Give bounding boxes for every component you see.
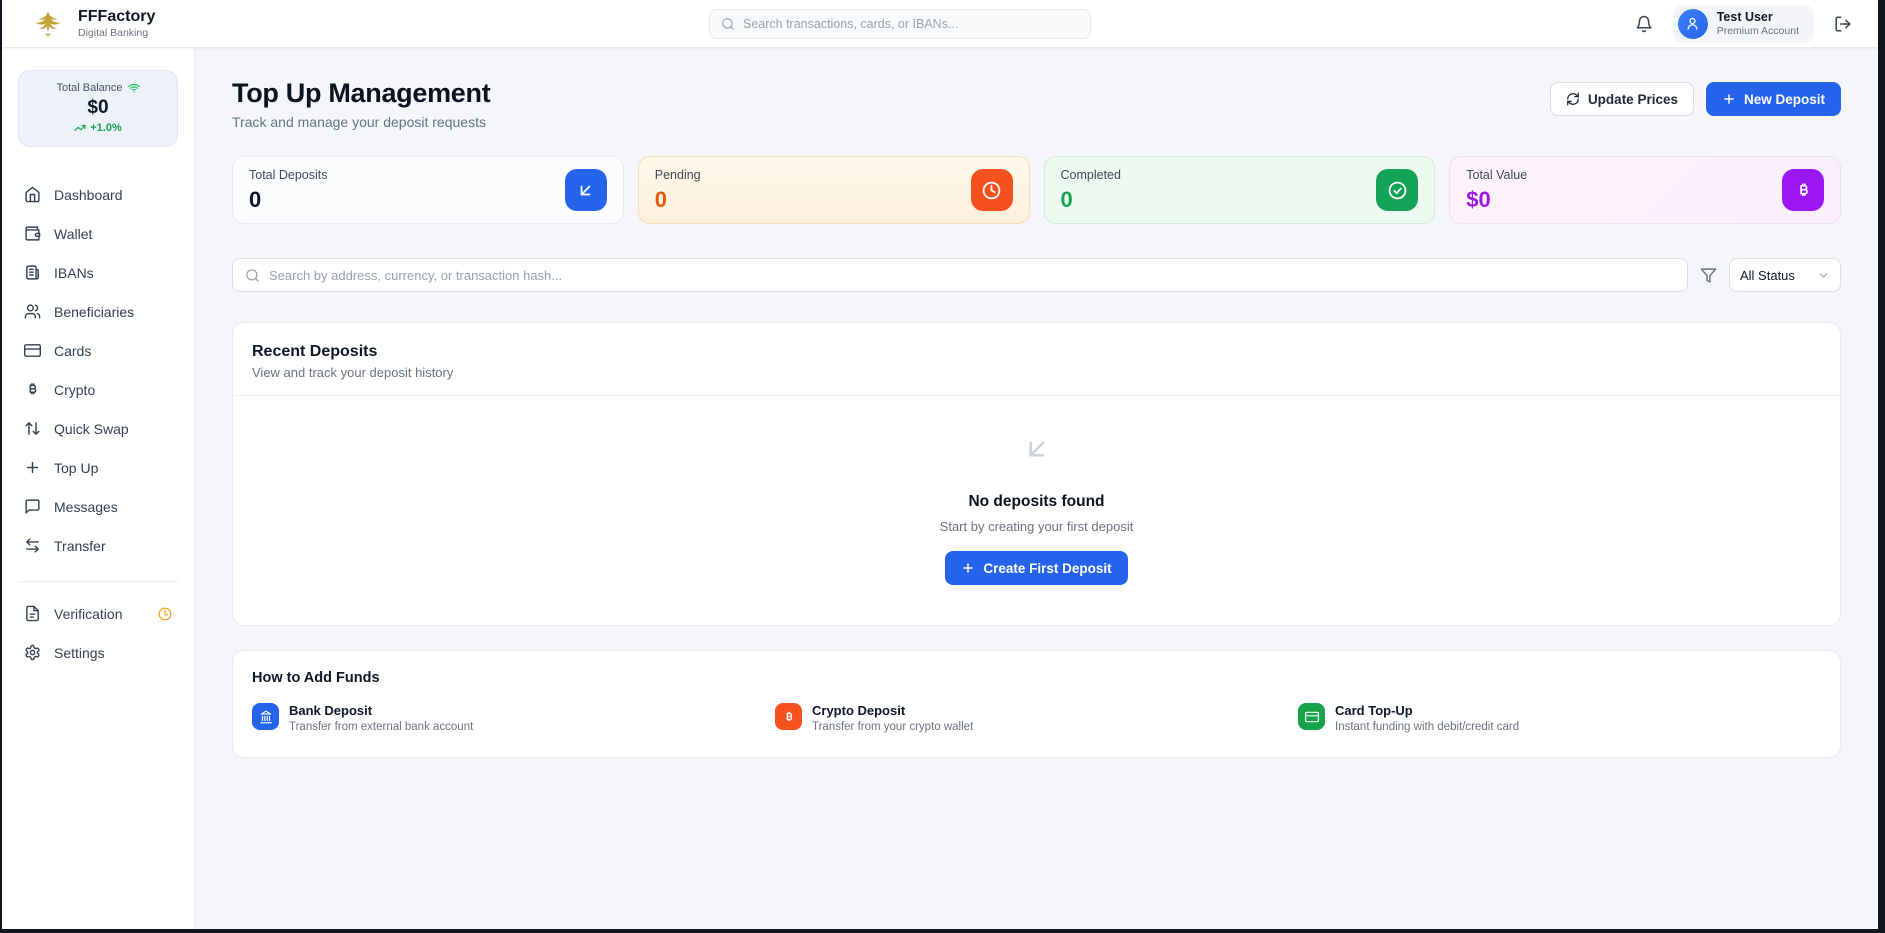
top-header: FFFactory Digital Banking Test User Prem… <box>2 0 1878 48</box>
sidebar-item-quick-swap[interactable]: Quick Swap <box>18 409 178 448</box>
sidebar-item-top-up[interactable]: Top Up <box>18 448 178 487</box>
stat-card-pending: Pending 0 <box>638 156 1030 224</box>
gear-icon <box>24 644 41 661</box>
logout-button[interactable] <box>1834 15 1852 33</box>
arrow-down-left-icon <box>565 169 607 211</box>
deposit-search-input[interactable] <box>269 268 1675 283</box>
page-title: Top Up Management <box>232 78 490 109</box>
trending-up-icon <box>74 122 86 134</box>
sidebar-divider <box>18 581 178 582</box>
user-avatar <box>1678 9 1708 39</box>
update-prices-button[interactable]: Update Prices <box>1550 82 1694 116</box>
plus-icon <box>24 459 41 476</box>
recent-deposits-panel: Recent Deposits View and track your depo… <box>232 322 1841 626</box>
sidebar-item-transfer[interactable]: Transfer <box>18 526 178 565</box>
file-text-icon <box>24 605 41 622</box>
app-window: FFFactory Digital Banking Test User Prem… <box>2 0 1878 929</box>
plus-icon <box>961 561 975 575</box>
stat-card-completed: Completed 0 <box>1044 156 1436 224</box>
plus-icon <box>1722 92 1736 106</box>
empty-subtitle: Start by creating your first deposit <box>940 519 1134 534</box>
deposit-search[interactable] <box>232 258 1688 292</box>
wallet-icon <box>24 225 41 242</box>
chevron-down-icon <box>1817 269 1830 282</box>
main-content: Top Up Management Track and manage your … <box>195 48 1878 929</box>
new-deposit-button[interactable]: New Deposit <box>1706 82 1841 116</box>
method-bank-deposit[interactable]: Bank Deposit Transfer from external bank… <box>252 703 775 733</box>
sidebar-item-dashboard[interactable]: Dashboard <box>18 175 178 214</box>
method-card-top-up[interactable]: Card Top-Up Instant funding with debit/c… <box>1298 703 1821 733</box>
sidebar-item-cards[interactable]: Cards <box>18 331 178 370</box>
filter-row: All Status <box>232 258 1841 292</box>
sidebar-nav: Dashboard Wallet IBANs Beneficiaries Car… <box>18 175 178 565</box>
user-name: Test User <box>1717 10 1799 25</box>
credit-card-icon <box>1298 703 1325 730</box>
brand-name: FFFactory <box>78 8 155 26</box>
balance-change: +1.0% <box>27 122 169 134</box>
stat-card-total-value: Total Value $0 <box>1449 156 1841 224</box>
bank-icon <box>252 703 279 730</box>
wifi-icon <box>128 82 140 94</box>
page-subtitle: Track and manage your deposit requests <box>232 114 490 130</box>
brand-tagline: Digital Banking <box>78 27 155 39</box>
balance-amount: $0 <box>27 97 169 119</box>
home-icon <box>24 186 41 203</box>
sidebar-item-beneficiaries[interactable]: Beneficiaries <box>18 292 178 331</box>
how-to-add-funds-panel: How to Add Funds Bank Deposit Transfer f… <box>232 650 1841 758</box>
funnel-icon <box>1700 267 1717 284</box>
how-to-title: How to Add Funds <box>252 670 1821 686</box>
refresh-icon <box>1566 92 1580 106</box>
credit-card-icon <box>24 342 41 359</box>
user-menu[interactable]: Test User Premium Account <box>1673 5 1814 43</box>
sidebar-item-settings[interactable]: Settings <box>18 633 178 672</box>
user-plan: Premium Account <box>1717 25 1799 37</box>
eagle-logo-icon <box>28 7 68 41</box>
sidebar-item-verification[interactable]: Verification <box>18 594 178 633</box>
bitcoin-icon <box>24 381 41 398</box>
check-circle-icon <box>1376 169 1418 211</box>
global-search[interactable] <box>709 9 1091 39</box>
search-icon <box>245 268 260 283</box>
logout-icon <box>1834 15 1852 33</box>
arrow-down-left-icon <box>1022 434 1052 469</box>
stat-card-total-deposits: Total Deposits 0 <box>232 156 624 224</box>
person-icon <box>1685 16 1700 31</box>
arrow-left-right-icon <box>24 537 41 554</box>
recent-deposits-subtitle: View and track your deposit history <box>252 365 1821 380</box>
status-filter-select[interactable]: All Status <box>1729 258 1841 292</box>
filter-button[interactable] <box>1700 267 1717 284</box>
bitcoin-icon <box>775 703 802 730</box>
message-square-icon <box>24 498 41 515</box>
bell-icon <box>1635 15 1653 33</box>
sidebar: Total Balance $0 +1.0% Dashboard Wallet <box>2 48 195 929</box>
sidebar-item-crypto[interactable]: Crypto <box>18 370 178 409</box>
bitcoin-icon <box>1782 169 1824 211</box>
empty-title: No deposits found <box>968 493 1104 511</box>
global-search-input[interactable] <box>743 17 1079 31</box>
create-first-deposit-button[interactable]: Create First Deposit <box>945 551 1127 585</box>
sidebar-item-wallet[interactable]: Wallet <box>18 214 178 253</box>
search-icon <box>721 17 735 31</box>
balance-label: Total Balance <box>56 82 122 94</box>
sidebar-footer-nav: Verification Settings <box>18 594 178 672</box>
verification-pending-icon <box>158 607 172 621</box>
stats-row: Total Deposits 0 Pending 0 <box>232 156 1841 224</box>
sidebar-item-messages[interactable]: Messages <box>18 487 178 526</box>
brand: FFFactory Digital Banking <box>28 7 155 41</box>
arrow-up-down-icon <box>24 420 41 437</box>
bank-icon <box>24 264 41 281</box>
empty-state: No deposits found Start by creating your… <box>233 396 1840 625</box>
notifications-button[interactable] <box>1635 15 1653 33</box>
method-crypto-deposit[interactable]: Crypto Deposit Transfer from your crypto… <box>775 703 1298 733</box>
total-balance-card: Total Balance $0 +1.0% <box>18 70 178 147</box>
users-icon <box>24 303 41 320</box>
sidebar-item-ibans[interactable]: IBANs <box>18 253 178 292</box>
clock-icon <box>971 169 1013 211</box>
recent-deposits-title: Recent Deposits <box>252 343 1821 361</box>
